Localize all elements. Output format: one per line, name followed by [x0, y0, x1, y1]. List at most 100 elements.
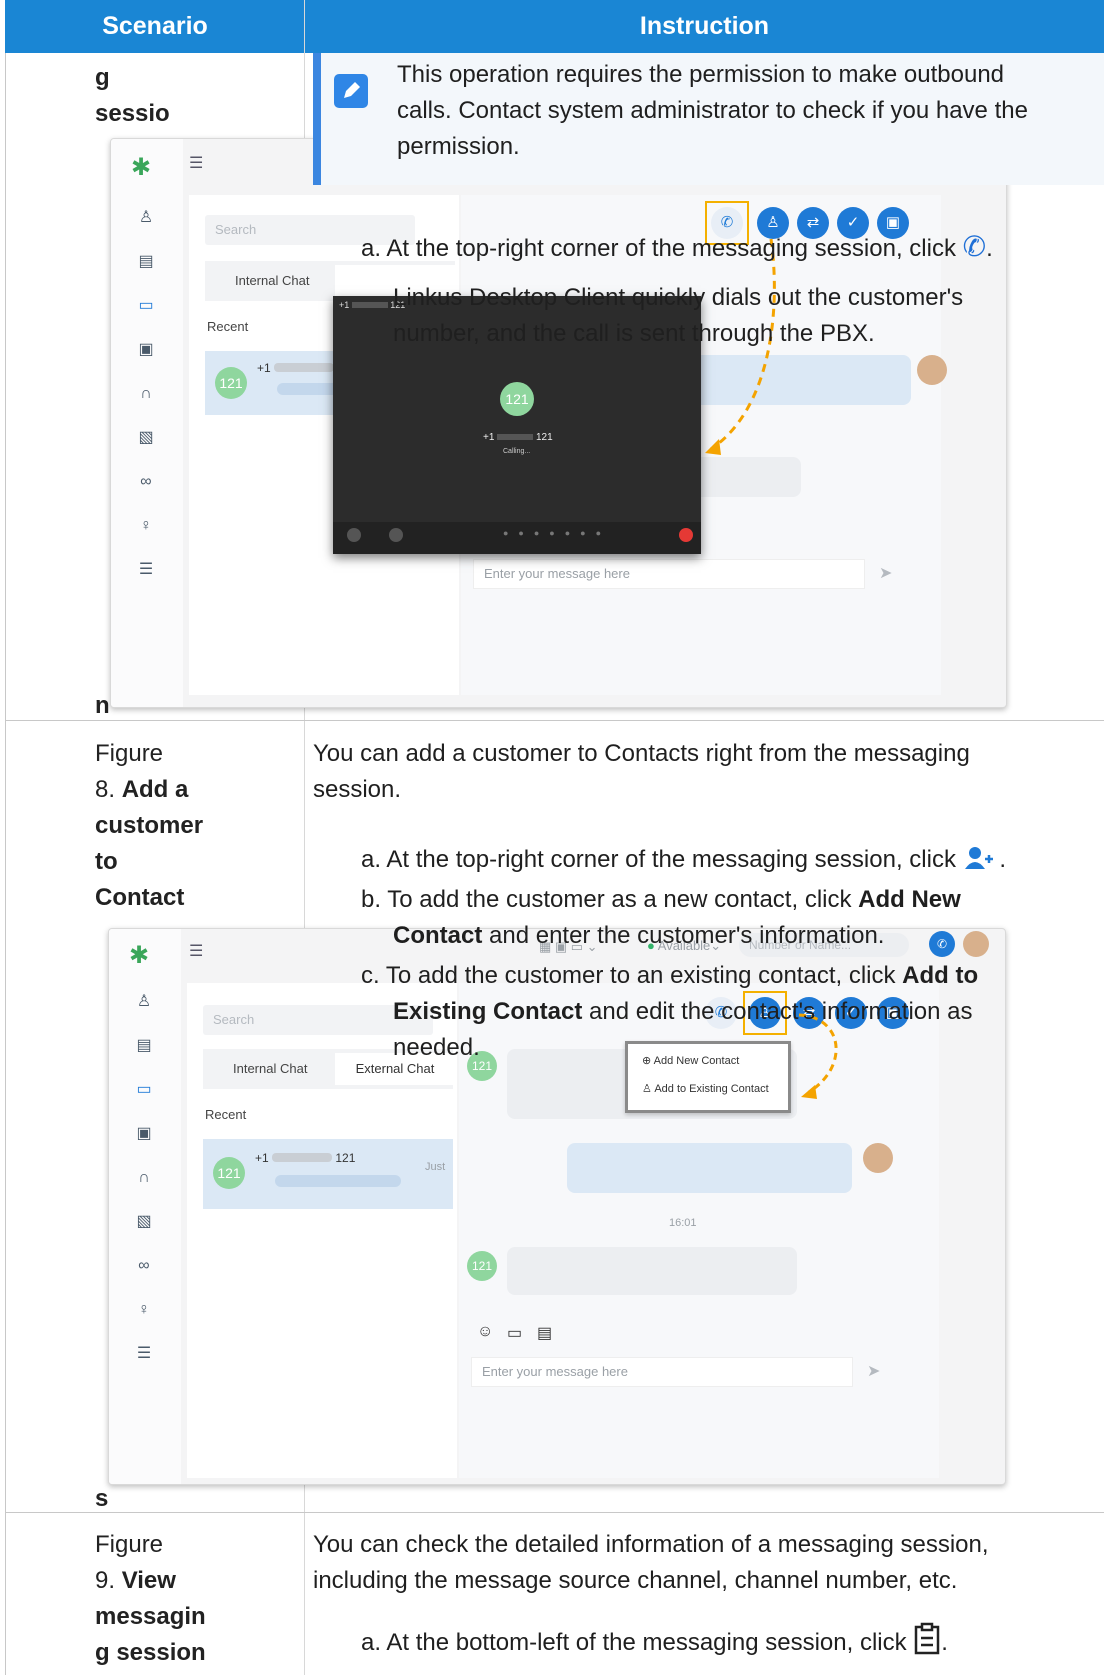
settings-list-icon[interactable]: ☰ — [135, 559, 157, 581]
contacts-icon[interactable]: ♙ — [135, 207, 157, 229]
menu-toggle-icon-2[interactable]: ☰ — [189, 941, 203, 961]
send-icon-2[interactable]: ➤ — [867, 1361, 880, 1381]
agent-avatar-2 — [863, 1143, 893, 1173]
incoming-message-3 — [507, 1247, 797, 1295]
contact-avatar-2: 121 — [213, 1157, 245, 1189]
session-info-icon-inline — [915, 1622, 940, 1655]
session-info-icon[interactable]: ▤ — [537, 1323, 552, 1343]
row2-scenario-line6: s — [95, 1485, 109, 1512]
note-line-1: This operation requires the permission t… — [397, 61, 1005, 88]
call-action-icons[interactable]: ●●●●●●● — [503, 528, 611, 538]
settings-list-icon-2[interactable]: ☰ — [133, 1343, 155, 1365]
number-prefix-2: +1 — [255, 1151, 269, 1165]
time-just: Just — [425, 1161, 446, 1173]
number-prefix: +1 — [257, 361, 271, 375]
end-call-icon[interactable] — [679, 528, 693, 542]
message-input-2[interactable]: Enter your message here — [471, 1357, 853, 1387]
row1-step-a: a. At the top-right corner of the messag… — [361, 229, 993, 267]
recent-label-2[interactable]: Recent — [205, 1107, 246, 1122]
app-sidebar-2: ✱ ♙ ▤ ▭ ▣ ∩ ▧ ∞ ♀ ☰ — [109, 929, 181, 1484]
app-logo-icon-2: ✱ — [129, 942, 150, 969]
add-participant-icon[interactable] — [389, 528, 403, 542]
message-input[interactable]: Enter your message here — [473, 559, 865, 589]
row3-step-a-end: . — [941, 1629, 948, 1656]
add-contact-icon-inline — [964, 847, 993, 869]
row3-scenario-line1: Figure — [95, 1531, 164, 1558]
column-header-scenario: Scenario — [102, 12, 208, 40]
caller-number-suffix: 121 — [535, 432, 553, 443]
note-line-2: calls. Contact system administrator to c… — [397, 97, 1028, 124]
emoji-icon[interactable]: ☺ — [477, 1323, 493, 1341]
row2-figure-number: 8. — [95, 776, 122, 803]
row1-scenario-line3: n — [95, 692, 110, 719]
voicemail-icon[interactable]: ∞ — [135, 471, 157, 493]
folder-icon[interactable]: ▭ — [507, 1323, 522, 1343]
row2-step-c-line1: c. To add the customer to an existing co… — [361, 958, 978, 994]
row2-step-b-bold2: Contact — [393, 922, 483, 949]
voicemail-icon-2[interactable]: ∞ — [133, 1255, 155, 1277]
phonebook-icon[interactable]: ▤ — [135, 251, 157, 273]
menu-item-add-new-contact[interactable]: ⊕ Add New Contact — [642, 1054, 739, 1067]
dial-button-2[interactable]: ✆ — [929, 931, 955, 957]
row3-scenario-line3: messagin — [95, 1603, 206, 1630]
row2-step-b-text2: and enter the customer's information. — [482, 922, 885, 949]
row3-intro-line-2: including the message source channel, ch… — [313, 1567, 958, 1594]
number-suffix-2: 121 — [335, 1151, 356, 1165]
caller-number-prefix: +1 — [483, 432, 495, 443]
conference-icon[interactable]: ▣ — [135, 339, 157, 361]
contact-avatar: 121 — [215, 367, 247, 399]
screenshot-call-session: ✱ ♙ ▤ ▭ ▣ ∩ ▧ ∞ ♀ ☰ ☰ ▦ ▣ ▭ ⌄ ● Availabl… — [110, 138, 1007, 708]
menu-toggle-icon[interactable]: ☰ — [189, 153, 203, 173]
row2-step-b-line2: Contact and enter the customer's informa… — [393, 918, 884, 954]
tab-internal-chat-2[interactable]: Internal Chat — [233, 1061, 307, 1076]
column-header-instruction: Instruction — [639, 12, 770, 40]
row2-scenario-line3: customer — [95, 812, 204, 839]
row2-step-a: a. At the top-right corner of the messag… — [361, 842, 1006, 878]
row3-step-a: a. At the bottom-left of the messaging s… — [361, 1622, 948, 1661]
row2-step-b-line1: b. To add the customer as a new contact,… — [361, 882, 961, 918]
row2-scenario-line1: Figure — [95, 740, 164, 767]
conference-icon-2[interactable]: ▣ — [133, 1123, 155, 1145]
caller-number: +1 121 — [483, 432, 553, 443]
recent-label[interactable]: Recent — [207, 319, 248, 334]
customer-avatar-2: 121 — [467, 1251, 497, 1281]
agent-avatar — [917, 355, 947, 385]
chat-icon-2[interactable]: ▭ — [133, 1079, 155, 1101]
app-logo-icon: ✱ — [131, 154, 152, 181]
headset-icon[interactable]: ∩ — [135, 383, 157, 405]
recording-icon[interactable]: ♀ — [135, 515, 157, 537]
phonebook-icon-2[interactable]: ▤ — [133, 1035, 155, 1057]
row3-title-part1: View — [121, 1567, 176, 1594]
row3-intro-line-1: You can check the detailed information o… — [313, 1531, 989, 1558]
recording-icon-2[interactable]: ♀ — [133, 1299, 155, 1321]
row-divider-2 — [5, 1512, 1104, 1513]
row1-result-line-1: Linkus Desktop Client quickly dials out … — [393, 284, 964, 311]
menu-add-existing-label: Add to Existing Contact — [654, 1083, 769, 1095]
row1-result-line-2: number, and the call is sent through the… — [393, 320, 875, 347]
row2-step-c-line3: needed. — [393, 1034, 480, 1061]
contacts-icon-2[interactable]: ♙ — [133, 991, 155, 1013]
row3-figure-number: 9. — [95, 1567, 122, 1594]
row2-title-part1: Add a — [121, 776, 189, 803]
row2-scenario-line5: Contact — [95, 884, 185, 911]
menu-item-add-existing-contact[interactable]: ♙ Add to Existing Contact — [642, 1082, 769, 1095]
row1-scenario-line2: sessio — [95, 100, 170, 127]
row1-scenario-line1: g — [95, 64, 110, 91]
contact-number-2: +1 121 — [255, 1151, 355, 1165]
row2-step-c-line2: Existing Contact and edit the contact's … — [393, 994, 973, 1030]
tab-internal-chat[interactable]: Internal Chat — [235, 273, 309, 288]
row2-step-c-bold2: Existing Contact — [393, 998, 583, 1025]
row1-step-a-end: . — [986, 235, 993, 262]
new-call-icon[interactable] — [347, 528, 361, 542]
row3-scenario-line4: g session — [95, 1639, 206, 1666]
call-log-icon[interactable]: ▧ — [135, 427, 157, 449]
send-icon[interactable]: ➤ — [879, 563, 892, 583]
call-log-icon-2[interactable]: ▧ — [133, 1211, 155, 1233]
chat-icon[interactable]: ▭ — [135, 295, 157, 317]
outgoing-message-2 — [567, 1143, 852, 1193]
message-preview-2 — [275, 1175, 401, 1187]
headset-icon-2[interactable]: ∩ — [133, 1167, 155, 1189]
message-time: 16:01 — [669, 1217, 697, 1229]
row2-intro-line-2: session. — [313, 776, 402, 803]
chat-list-item-2[interactable]: 121 +1 121 Just — [203, 1139, 453, 1209]
